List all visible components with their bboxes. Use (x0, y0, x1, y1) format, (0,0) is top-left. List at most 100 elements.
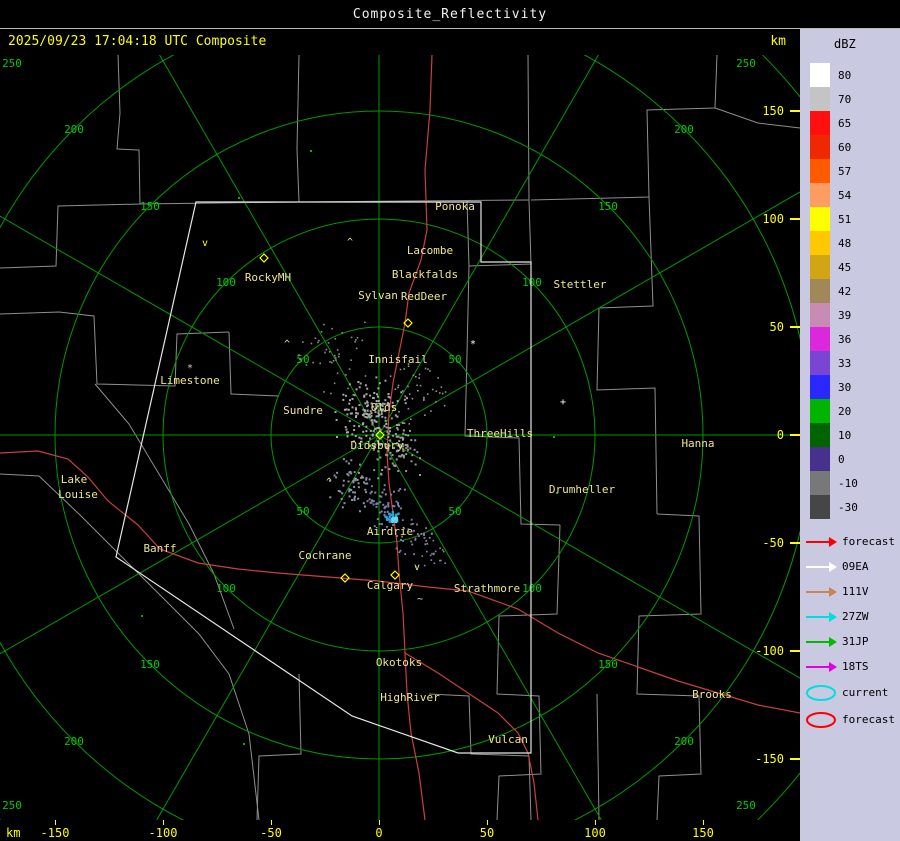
city-label: Brooks (692, 688, 732, 701)
vertical-axis-tick-label: 50 (770, 320, 784, 334)
dbz-scale-cell (810, 399, 830, 423)
dbz-color-scale: 80 70 65 60 57 54 51 48 45 42 39 36 33 30 20 10 0 -10 -30 (810, 63, 858, 519)
range-ring-label: 250 (736, 799, 756, 812)
map-symbol: * (470, 339, 476, 350)
dbz-scale-value: -10 (838, 476, 858, 490)
horizontal-axis-tick-label: 100 (584, 826, 606, 840)
range-ring-label: 50 (296, 505, 309, 518)
range-ring-label: 150 (598, 200, 618, 213)
map-symbol: v (202, 238, 208, 249)
dbz-scale-value: 10 (838, 428, 852, 442)
city-label: Blackfalds (392, 268, 458, 281)
dbz-scale-value: 51 (838, 212, 852, 226)
city-label: Stettler (554, 278, 607, 291)
dbz-scale-row: 65 (810, 111, 858, 135)
dbz-scale-cell (810, 63, 830, 87)
city-label: RedDeer (401, 290, 448, 303)
dbz-scale-row: 30 (810, 375, 858, 399)
map-symbol: ^ (326, 477, 332, 488)
city-label: Hanna (681, 437, 714, 450)
dbz-scale-value: 65 (838, 116, 852, 130)
dbz-scale-value: 33 (838, 356, 852, 370)
dbz-scale-row: 39 (810, 303, 858, 327)
range-ring-label: 150 (140, 658, 160, 671)
map-symbol: ^ (347, 237, 353, 248)
dbz-scale-cell (810, 471, 830, 495)
header-bar: 2025/09/23 17:04:18 UTC Composite km (0, 29, 800, 55)
dbz-scale-cell (810, 159, 830, 183)
range-ring-label: 200 (64, 735, 84, 748)
map-symbol: v (414, 562, 420, 573)
dbz-scale-row: -30 (810, 495, 858, 519)
horizontal-axis-tick (163, 820, 164, 825)
dbz-scale-value: 70 (838, 92, 852, 106)
radar-site-diamond-icon (390, 570, 400, 580)
horizontal-axis-unit-label: km (6, 826, 21, 840)
horizontal-axis-tick (55, 820, 56, 825)
city-label: Banff (143, 542, 176, 555)
city-label: Drumheller (549, 483, 616, 496)
range-ring-label: 200 (674, 735, 694, 748)
dbz-scale-row: 33 (810, 351, 858, 375)
range-ring-label: 150 (140, 200, 160, 213)
legend-row: 111V (804, 579, 895, 604)
city-label: Lake (61, 473, 88, 486)
horizontal-axis-tick (703, 820, 704, 825)
city-label: Didsbury (351, 439, 404, 452)
dbz-scale-row: 70 (810, 87, 858, 111)
arrow-icon (806, 536, 837, 547)
range-ring-label: 250 (2, 799, 22, 812)
radar-map-area: 250 200 150 100 50 250 200 150 100 50 250 200 150 100… (0, 55, 800, 820)
legend-label: forecast (842, 535, 895, 548)
horizontal-axis-tick-label: 0 (375, 826, 383, 840)
dbz-scale-value: 20 (838, 404, 852, 418)
map-symbol: ~ (417, 594, 423, 605)
range-ring-label: 100 (522, 582, 542, 595)
arrow-icon (806, 611, 837, 622)
range-ring-label: 200 (64, 123, 84, 136)
arrow-icon (806, 636, 837, 647)
vertical-axis-tick-label: 0 (777, 428, 784, 442)
legend-row: forecast (804, 529, 895, 554)
legend-row: 31JP (804, 629, 895, 654)
dbz-scale-value: 42 (838, 284, 852, 298)
dbz-scale-cell (810, 255, 830, 279)
dbz-scale-value: 80 (838, 68, 852, 82)
city-label: Ponoka (435, 200, 475, 213)
city-label: Okotoks (376, 656, 422, 669)
city-label: Limestone (160, 374, 220, 387)
radar-site-diamond-icon (259, 253, 269, 263)
legend-label: 27ZW (842, 610, 869, 623)
dbz-scale-value: 60 (838, 140, 852, 154)
dbz-scale-row: 20 (810, 399, 858, 423)
range-ring-label: 150 (598, 658, 618, 671)
title-bar: Composite_Reflectivity (0, 0, 900, 29)
dbz-scale-row: 45 (810, 255, 858, 279)
range-ring-label: 100 (216, 582, 236, 595)
radar-application-window: { "title": "Composite_Reflectivity", "he… (0, 0, 900, 841)
city-label: Airdrie (367, 525, 413, 538)
dbz-scale-cell (810, 111, 830, 135)
legend-label: 111V (842, 585, 869, 598)
city-label: Strathmore (454, 582, 520, 595)
legend-label: forecast (842, 713, 895, 726)
city-label: Sylvan (358, 289, 398, 302)
horizontal-axis-tick (379, 820, 380, 825)
legend-row: current (804, 679, 895, 706)
city-label: Vulcan (488, 733, 528, 746)
radar-map: 250 200 150 100 50 250 200 150 100 50 250 200 150 100… (0, 55, 800, 820)
dbz-scale-cell (810, 447, 830, 471)
dbz-scale-value: 54 (838, 188, 852, 202)
dbz-scale-row: 48 (810, 231, 858, 255)
dbz-scale-cell (810, 327, 830, 351)
dbz-scale-value: 30 (838, 380, 852, 394)
map-symbol: ^ (284, 339, 290, 350)
dbz-scale-row: 0 (810, 447, 858, 471)
vertical-axis-tick-label: -150 (755, 752, 784, 766)
horizontal-axis-tick (595, 820, 596, 825)
horizontal-axis: km -150 -100 -50 0 50 100 150 (0, 820, 800, 841)
dbz-scale-row: 80 (810, 63, 858, 87)
legend-row: 09EA (804, 554, 895, 579)
vertical-axis-tick-label: -100 (755, 644, 784, 658)
city-label: Louise (58, 488, 98, 501)
